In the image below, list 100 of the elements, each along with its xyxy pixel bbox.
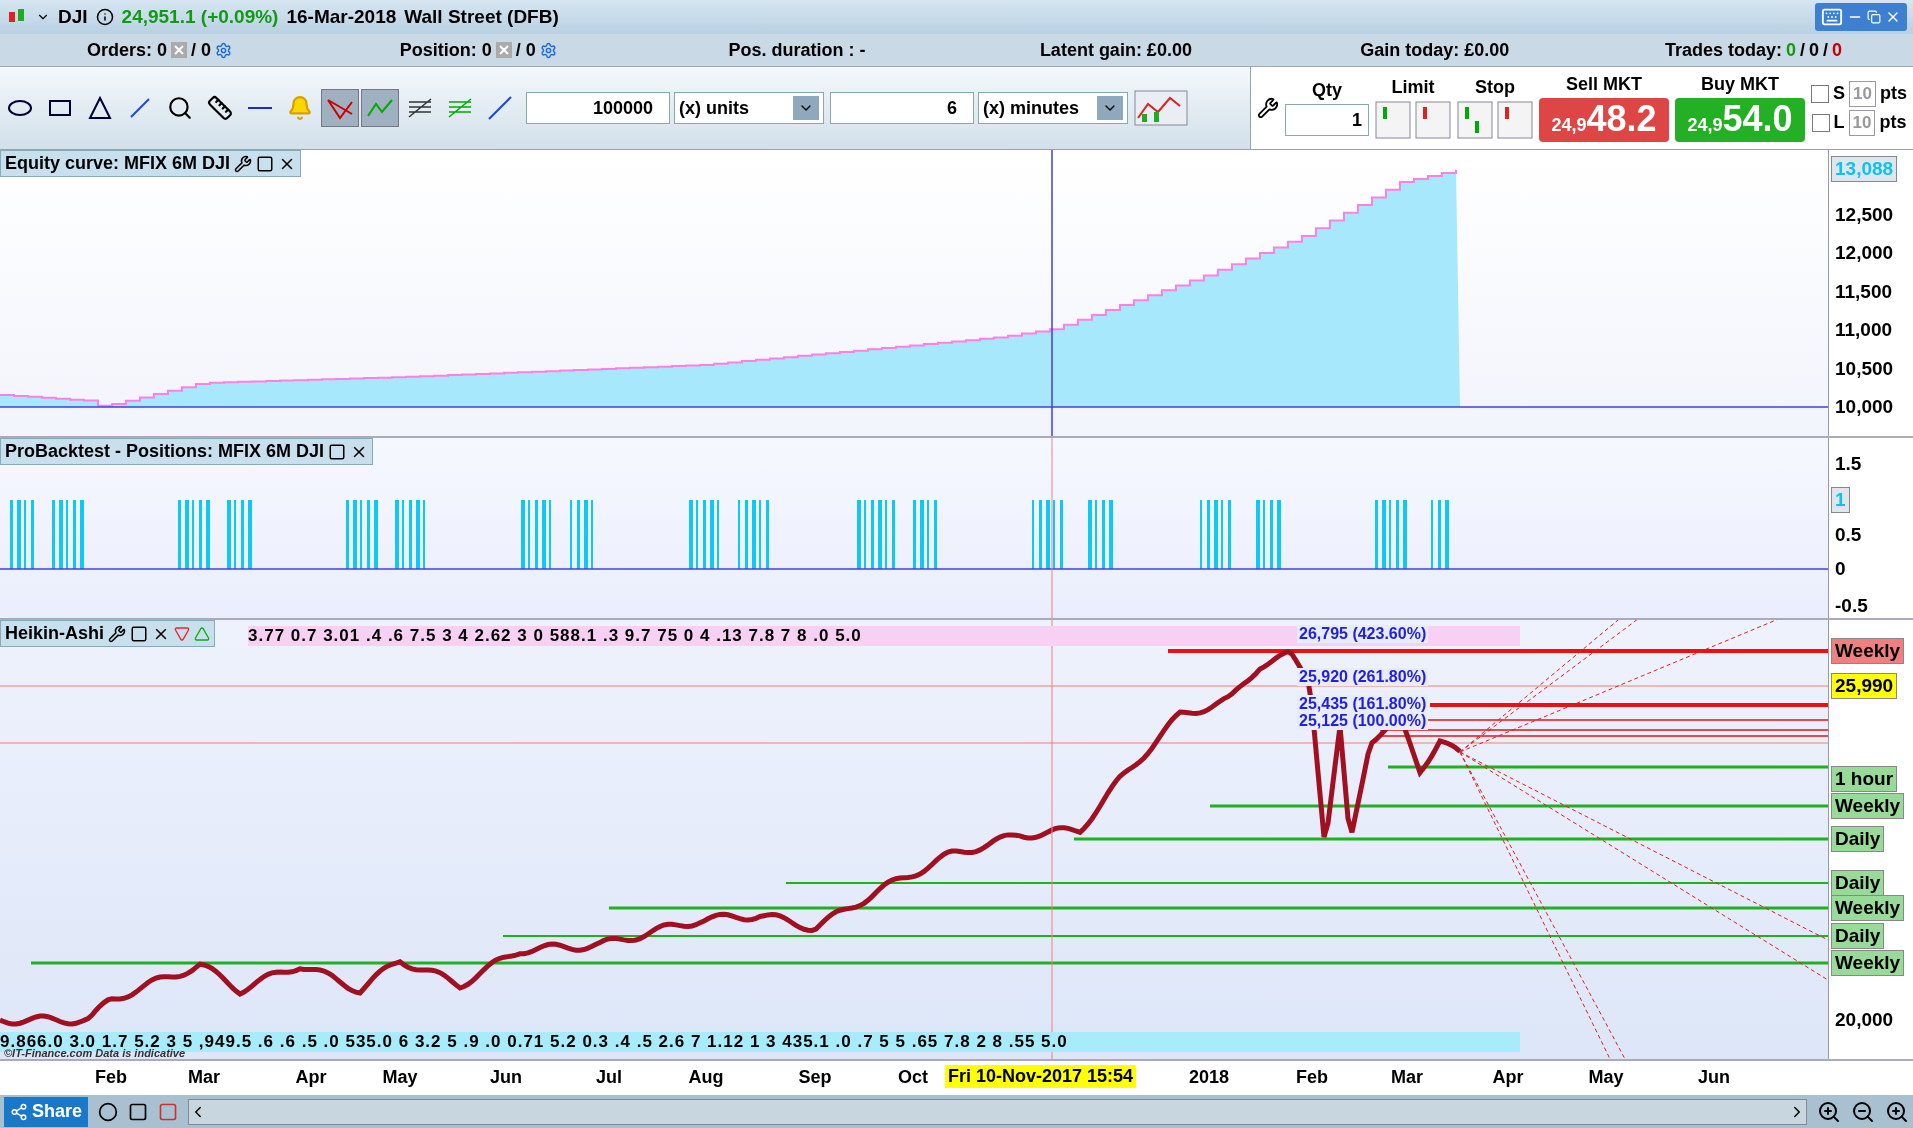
axis-label: 0.5 — [1835, 524, 1862, 546]
date-label: Mar — [1391, 1067, 1423, 1088]
date-label: Mar — [188, 1067, 220, 1088]
date-label: Apr — [1492, 1067, 1524, 1088]
quantity-field[interactable]: 100000 — [526, 92, 670, 124]
cross-icon — [495, 42, 512, 58]
window-icon[interactable] — [328, 442, 347, 461]
window-icon[interactable] — [130, 624, 149, 643]
search-icon — [167, 95, 193, 121]
date-label: 2018 — [1189, 1067, 1229, 1088]
panel-title: Heikin-Ashi — [5, 623, 105, 644]
info-label: Gain today: £0.00 — [1360, 39, 1510, 61]
date-label: Jun — [1698, 1067, 1730, 1088]
trade-count: 0 — [1809, 39, 1820, 61]
current-value-tag: 13,088 — [1831, 156, 1898, 182]
stop-label: Stop — [1475, 77, 1516, 98]
bell-icon — [287, 95, 313, 121]
sell-button[interactable]: 24,948.2 — [1539, 98, 1670, 142]
period-field[interactable]: 6 — [830, 92, 974, 124]
info-label: Trades today: — [1665, 39, 1783, 61]
cursor-date: Fri 10-Nov-2017 15:54 — [945, 1065, 1137, 1088]
panel-title: Equity curve: MFIX 6M DJI — [5, 153, 231, 174]
zoom-out-icon[interactable] — [1851, 1099, 1875, 1124]
window-icon[interactable] — [256, 154, 275, 173]
wrench-icon[interactable] — [108, 624, 127, 643]
qty-field[interactable]: 1 — [1285, 104, 1370, 136]
points-unit: pts — [1880, 83, 1907, 104]
axis-label: 1.5 — [1835, 453, 1862, 475]
date-label: Feb — [1296, 1067, 1328, 1088]
trade-count: 0 — [1786, 39, 1797, 61]
date-label: Jul — [596, 1067, 622, 1088]
info-label: Pos. duration : - — [728, 39, 866, 61]
trade-count: / — [1800, 39, 1806, 61]
keyboard-icon[interactable] — [1821, 6, 1843, 28]
triangle-icon — [86, 94, 114, 122]
axis-label: -0.5 — [1835, 595, 1868, 617]
scrollbar[interactable] — [188, 1098, 1807, 1125]
level-tag: Weekly — [1831, 950, 1905, 976]
axis-label: 10,000 — [1835, 396, 1894, 418]
level-tag: 1 hour — [1831, 766, 1898, 792]
unit-select[interactable]: (x) units — [674, 92, 824, 124]
axis-label: 11,500 — [1835, 281, 1893, 303]
period-select[interactable]: (x) minutes — [978, 92, 1128, 124]
restore-icon[interactable] — [1867, 10, 1881, 24]
date-label: May — [382, 1067, 418, 1088]
zoom-in-icon[interactable] — [1885, 1099, 1909, 1124]
buy-label: Buy MKT — [1701, 74, 1780, 95]
share-icon — [10, 1102, 28, 1121]
level-tag: Daily — [1831, 870, 1885, 896]
offset-label: S — [1833, 83, 1846, 104]
axis-label: 12,000 — [1835, 242, 1894, 264]
line-icon — [486, 94, 514, 122]
checkbox[interactable] — [1811, 113, 1830, 132]
cross-icon — [170, 42, 187, 58]
market-name: Wall Street (DFB) — [404, 6, 559, 28]
info-value: / 0 — [190, 39, 211, 61]
axis-label: 12,500 — [1835, 204, 1894, 226]
chart-type-icon[interactable] — [1134, 90, 1188, 126]
date: 16-Mar-2018 — [286, 6, 397, 28]
qty-label: Qty — [1312, 80, 1343, 101]
info-label: Position: 0 — [399, 39, 492, 61]
axis-label: 10,500 — [1835, 358, 1894, 380]
points-unit: pts — [1879, 112, 1907, 133]
date-label: Jun — [490, 1067, 522, 1088]
info-label: Orders: 0 — [86, 39, 167, 61]
axis-label: 11,000 — [1835, 319, 1893, 341]
sell-label: Sell MKT — [1566, 74, 1643, 95]
fibonacci-label: 25,125 (100.00%) — [1297, 712, 1429, 730]
date-label: Feb — [95, 1067, 127, 1088]
stop-orders-icon[interactable] — [1457, 101, 1534, 139]
fibonacci-label: 26,795 (423.60%) — [1297, 625, 1429, 643]
wrench-icon[interactable] — [234, 154, 253, 173]
share-button[interactable]: Share — [4, 1096, 89, 1127]
trade-count: 0 — [1832, 39, 1843, 61]
limit-label: Limit — [1391, 77, 1435, 98]
panel-title: ProBacktest - Positions: MFIX 6M DJI — [5, 441, 325, 462]
info-label: Latent gain: £0.00 — [1039, 39, 1192, 61]
date-label: Apr — [295, 1067, 327, 1088]
limit-orders-icon[interactable] — [1375, 101, 1452, 139]
date-label: Oct — [898, 1067, 928, 1088]
level-tag: Daily — [1831, 923, 1885, 949]
offset-label: L — [1833, 112, 1845, 133]
axis-label: 0 — [1835, 558, 1846, 580]
current-price-tag: 25,990 — [1831, 673, 1898, 699]
wrench-icon[interactable] — [1257, 97, 1280, 119]
ruler-icon — [207, 95, 233, 121]
checkbox[interactable] — [1811, 84, 1830, 103]
level-tag: Daily — [1831, 826, 1885, 852]
current-value-tag: 1 — [1831, 487, 1850, 513]
date-label: Aug — [688, 1067, 724, 1088]
settings-icon[interactable] — [214, 41, 232, 59]
info-icon[interactable] — [95, 8, 114, 26]
symbol: DJI — [58, 6, 88, 28]
trade-count: / — [1823, 39, 1829, 61]
fibonacci-label: 25,435 (161.80%) — [1297, 695, 1429, 713]
axis-label: 20,000 — [1835, 1009, 1894, 1031]
date-label: Sep — [798, 1067, 832, 1088]
level-tag: Weekly — [1831, 895, 1905, 921]
level-tag: Weekly — [1831, 638, 1905, 664]
settings-icon[interactable] — [539, 41, 557, 59]
